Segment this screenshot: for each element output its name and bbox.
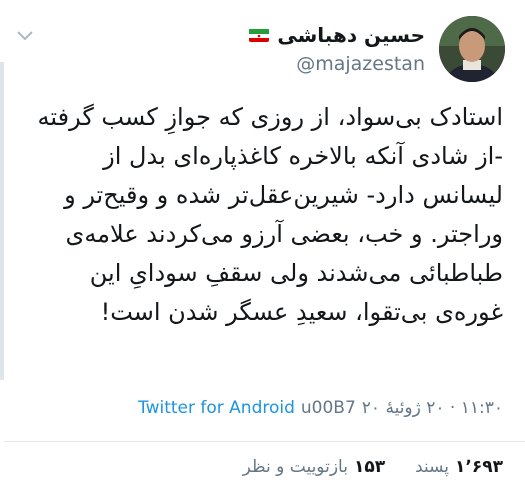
avatar[interactable]	[439, 16, 505, 82]
author-identity: حسین دهباشی @majazestan	[249, 23, 425, 75]
user-handle[interactable]: @majazestan	[296, 53, 425, 75]
tweet-meta: ۱۱:۳۰ · ۲۰ ژوئیهٔ ۲۰ u00B7 Twitter for A…	[23, 398, 503, 418]
name-row: حسین دهباشی	[249, 23, 425, 47]
likes-label: پسند	[415, 457, 450, 477]
tweet-text: استادک بی‌سواد، از روزی که جوازِ کسب گرف…	[37, 103, 503, 326]
likes-count: ۱٬۶۹۳	[455, 457, 503, 477]
tweet-timestamp[interactable]: ۱۱:۳۰ · ۲۰ ژوئیهٔ ۲۰	[362, 398, 503, 418]
chevron-down-icon[interactable]	[16, 30, 34, 42]
client-link[interactable]: Twitter for Android	[138, 398, 295, 418]
divider	[4, 441, 525, 442]
iran-flag-icon	[249, 28, 270, 42]
display-name[interactable]: حسین دهباشی	[277, 23, 425, 47]
retweets-stat[interactable]: ۱۵۳ بازتوییت و نظر	[243, 457, 385, 477]
retweets-label: بازتوییت و نظر	[242, 457, 348, 477]
likes-stat[interactable]: ۱٬۶۹۳ پسند	[415, 457, 503, 477]
left-thread-rule	[0, 62, 4, 380]
meta-separator: u00B7	[300, 398, 356, 418]
tweet-header: حسین دهباشی @majazestan	[249, 14, 505, 84]
tweet-stats: ۱۵۳ بازتوییت و نظر ۱٬۶۹۳ پسند	[243, 457, 503, 477]
retweets-count: ۱۵۳	[353, 457, 386, 477]
